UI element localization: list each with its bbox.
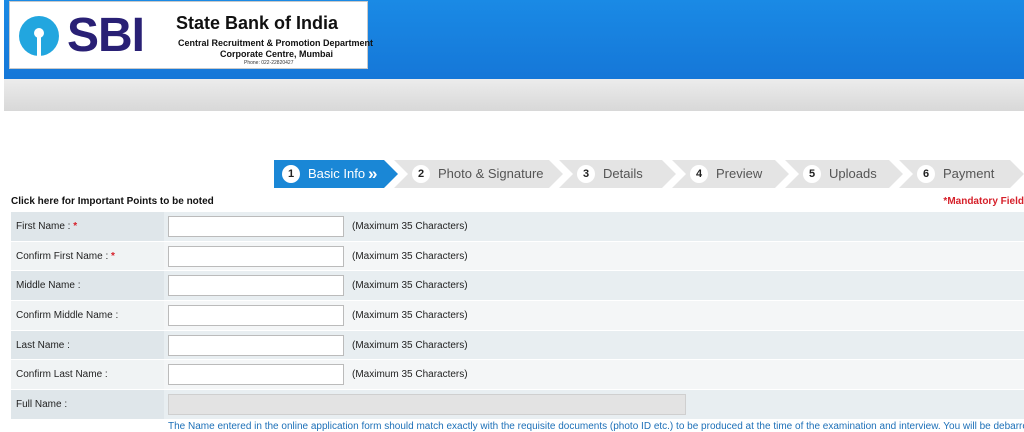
phone-number: Phone: 022-22820427: [244, 60, 294, 66]
confirm-last-name-input[interactable]: [168, 364, 344, 386]
basic-info-form: First Name : * (Maximum 35 Characters) C…: [11, 212, 1024, 420]
step-label: Uploads: [829, 166, 877, 181]
required-marker: *: [73, 221, 78, 232]
department-name: Central Recruitment & Promotion Departme…: [178, 38, 374, 48]
sbi-logo-banner: SBI State Bank of India Central Recruitm…: [9, 1, 373, 69]
field-hint: (Maximum 35 Characters): [352, 280, 468, 292]
mandatory-field-note: *Mandatory Field: [943, 196, 1024, 207]
form-row-confirm-middle-name: Confirm Middle Name : (Maximum 35 Charac…: [11, 301, 1024, 331]
field-hint: (Maximum 35 Characters): [352, 369, 468, 381]
important-points-link[interactable]: Click here for Important Points to be no…: [11, 196, 214, 207]
centre-name: Corporate Centre, Mumbai: [220, 49, 334, 59]
step-number: 6: [917, 165, 935, 183]
last-name-input[interactable]: [168, 334, 344, 356]
form-row-last-name: Last Name : (Maximum 35 Characters): [11, 330, 1024, 361]
form-row-middle-name: Middle Name : (Maximum 35 Characters): [11, 271, 1024, 302]
first-name-input[interactable]: [168, 216, 344, 237]
form-row-full-name: Full Name :: [11, 390, 1024, 420]
field-hint: (Maximum 35 Characters): [352, 310, 468, 322]
step-basic-info[interactable]: 1 Basic Info »: [274, 160, 398, 188]
step-number: 4: [690, 165, 708, 183]
step-number: 3: [577, 165, 595, 183]
form-row-confirm-first-name: Confirm First Name : * (Maximum 35 Chara…: [11, 241, 1024, 272]
sbi-keyhole-icon: [19, 16, 59, 56]
field-label: Confirm First Name : *: [16, 250, 115, 262]
step-number: 1: [282, 165, 300, 183]
form-row-confirm-last-name: Confirm Last Name : (Maximum 35 Characte…: [11, 360, 1024, 391]
step-uploads[interactable]: 5 Uploads: [785, 160, 903, 188]
field-label: Confirm Last Name :: [16, 369, 108, 381]
step-preview[interactable]: 4 Preview: [672, 160, 789, 188]
confirm-middle-name-input[interactable]: [168, 305, 344, 327]
nav-bar: [4, 79, 1024, 111]
field-label: First Name : *: [16, 221, 78, 232]
field-label: Last Name :: [16, 339, 70, 351]
step-label: Photo & Signature: [438, 166, 544, 181]
step-payment[interactable]: 6 Payment: [899, 160, 1024, 188]
bank-name: State Bank of India: [176, 13, 339, 33]
form-row-first-name: First Name : * (Maximum 35 Characters): [11, 212, 1024, 242]
step-photo-signature[interactable]: 2 Photo & Signature: [394, 160, 563, 188]
middle-name-input[interactable]: [168, 275, 344, 297]
step-details[interactable]: 3 Details: [559, 160, 676, 188]
field-label: Confirm Middle Name :: [16, 310, 119, 322]
step-label: Details: [603, 166, 643, 181]
field-hint: (Maximum 35 Characters): [352, 250, 468, 262]
field-hint: (Maximum 35 Characters): [352, 221, 468, 232]
required-marker: *: [111, 250, 115, 262]
field-hint: (Maximum 35 Characters): [352, 339, 468, 351]
double-chevron-right-icon: »: [368, 164, 374, 183]
full-name-input: [168, 394, 686, 416]
site-header: SBI State Bank of India Central Recruitm…: [4, 0, 1024, 79]
confirm-first-name-input[interactable]: [168, 245, 344, 267]
sbi-logo-text: SBI: [67, 9, 145, 62]
step-label: Basic Info: [308, 166, 366, 181]
step-label: Preview: [716, 166, 763, 181]
field-label: Full Name :: [16, 399, 68, 411]
step-progress: 1 Basic Info » 2 Photo & Signature 3 Det…: [274, 160, 1024, 188]
name-match-note: The Name entered in the online applicati…: [168, 421, 1024, 432]
step-number: 2: [412, 165, 430, 183]
application-page: SBI State Bank of India Central Recruitm…: [0, 0, 1024, 432]
field-label: Middle Name :: [16, 280, 81, 292]
step-label: Payment: [943, 166, 995, 181]
step-number: 5: [803, 165, 821, 183]
